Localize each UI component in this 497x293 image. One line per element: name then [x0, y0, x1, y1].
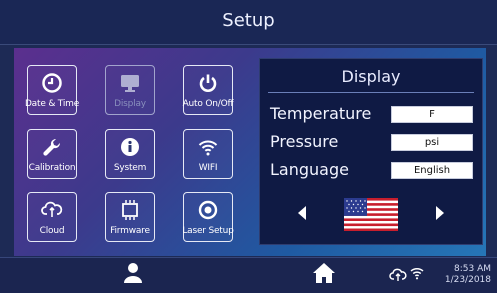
language-field[interactable]: English: [391, 162, 473, 179]
previous-language-arrow[interactable]: [298, 206, 306, 220]
target-icon: [184, 199, 232, 221]
info-icon: [106, 136, 154, 158]
tile-label: WIFI: [198, 163, 218, 173]
panel-title: Display: [341, 67, 401, 86]
next-language-arrow[interactable]: [436, 206, 444, 220]
tile-wifi[interactable]: WIFI: [183, 129, 233, 179]
monitor-icon: [106, 72, 154, 94]
clock-readout: 8:53 AM 1/23/2018: [445, 264, 491, 286]
wifi-status-icon: [410, 266, 424, 285]
tile-label: Laser Setup: [182, 226, 234, 236]
setup-screen: Setup Date & Time Display Auto On/Off Ca…: [0, 0, 497, 293]
tile-display[interactable]: Display: [105, 65, 155, 115]
page-title: Setup: [222, 10, 275, 31]
tile-label: Cloud: [39, 226, 65, 236]
tile-date-time[interactable]: Date & Time: [25, 65, 79, 115]
date-text: 1/23/2018: [444, 275, 491, 285]
clock-icon: [28, 72, 76, 94]
chip-icon: [106, 199, 154, 221]
user-icon[interactable]: [123, 262, 143, 289]
tile-calibration[interactable]: Calibration: [27, 129, 77, 179]
pressure-label: Pressure: [270, 132, 339, 151]
us-flag-icon: [344, 198, 398, 231]
tile-label: Firmware: [110, 226, 150, 236]
tile-system[interactable]: System: [105, 129, 155, 179]
tile-label: Auto On/Off: [182, 99, 234, 109]
power-icon: [184, 72, 232, 94]
tile-firmware[interactable]: Firmware: [105, 192, 155, 242]
time-text: 8:53 AM: [454, 264, 491, 274]
cloud-sync-status-icon: [389, 268, 407, 287]
home-icon[interactable]: [312, 262, 336, 289]
header-bar: Setup: [0, 0, 497, 45]
pressure-field[interactable]: psi: [391, 134, 473, 151]
tile-label: Date & Time: [24, 99, 80, 109]
display-panel: Display Temperature F Pressure psi Langu…: [259, 58, 483, 245]
cloud-sync-icon: [28, 199, 76, 221]
tile-auto-on-off[interactable]: Auto On/Off: [183, 65, 234, 115]
panel-divider: [268, 92, 474, 93]
language-label: Language: [270, 160, 349, 179]
tile-cloud[interactable]: Cloud: [27, 192, 77, 242]
tile-label: Calibration: [28, 163, 76, 173]
temperature-field[interactable]: F: [391, 106, 473, 123]
wifi-icon: [184, 136, 232, 158]
temperature-label: Temperature: [270, 104, 372, 123]
tile-label: System: [113, 163, 147, 173]
tile-laser-setup[interactable]: Laser Setup: [182, 192, 234, 242]
tile-label: Display: [114, 99, 146, 109]
wrench-icon: [28, 136, 76, 158]
